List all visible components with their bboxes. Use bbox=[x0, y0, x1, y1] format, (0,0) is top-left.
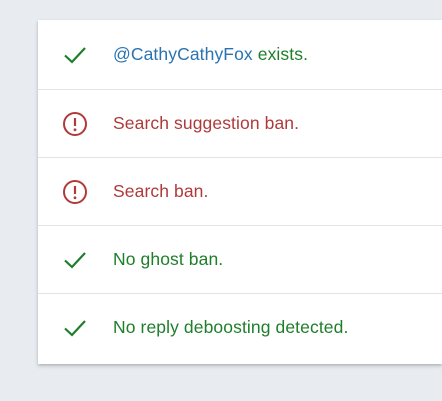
alert-circle-icon bbox=[62, 179, 88, 205]
result-row-ghost-ban: No ghost ban. bbox=[38, 225, 442, 293]
result-text: No reply deboosting detected. bbox=[113, 317, 349, 337]
result-text: @CathyCathyFox exists. bbox=[113, 44, 308, 65]
alert-circle-icon bbox=[62, 111, 88, 137]
result-suffix: exists. bbox=[252, 44, 309, 64]
results-card: @CathyCathyFox exists. Search suggestion… bbox=[38, 20, 442, 364]
check-icon bbox=[62, 315, 88, 341]
user-handle-link[interactable]: @CathyCathyFox bbox=[113, 44, 253, 64]
result-text: Search suggestion ban. bbox=[113, 113, 300, 133]
result-text: No ghost ban. bbox=[113, 249, 224, 269]
result-row-search-ban: Search ban. bbox=[38, 157, 442, 225]
result-text: Search ban. bbox=[113, 181, 209, 201]
result-row-reply-deboosting: No reply deboosting detected. bbox=[38, 293, 442, 361]
result-row-exists: @CathyCathyFox exists. bbox=[38, 20, 442, 89]
check-icon bbox=[62, 247, 88, 273]
check-icon bbox=[62, 42, 88, 68]
result-row-search-suggestion-ban: Search suggestion ban. bbox=[38, 89, 442, 157]
